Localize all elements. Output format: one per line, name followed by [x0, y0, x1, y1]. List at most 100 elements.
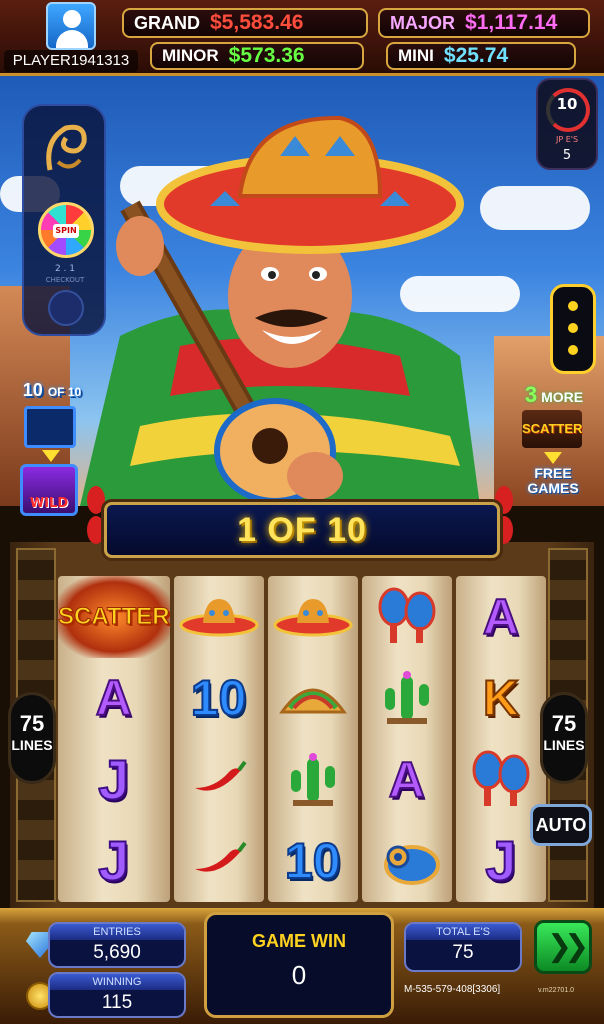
- panel-button[interactable]: [48, 290, 84, 326]
- chili-pepper-symbol-icon: [189, 758, 249, 802]
- machine-id: M-535-579-408[3306]: [404, 984, 501, 995]
- symbol-a: A: [95, 670, 133, 727]
- reel-cell: A: [362, 739, 452, 821]
- entries-value: 5,690: [93, 942, 141, 963]
- reel-cell: A: [58, 658, 170, 740]
- symbol-k: K: [482, 670, 520, 727]
- spin-sub: CHECKOUT: [45, 276, 85, 284]
- reel-cell: J: [58, 739, 170, 821]
- reel-grid: SCATTER A J J 10 10 A A K J: [58, 576, 546, 902]
- wild-slot-box: [24, 406, 76, 448]
- reel-1: SCATTER A J J: [58, 576, 170, 902]
- spin-wheel-icon[interactable]: SPIN: [38, 202, 94, 258]
- mariachi-character-image: [80, 115, 480, 506]
- version-label: v.m22701.0: [538, 987, 575, 994]
- reel-cell: SCATTER: [58, 576, 170, 658]
- reel-cell: [268, 658, 358, 740]
- wild-symbol-icon: WILD: [20, 464, 78, 516]
- scatter-symbol: SCATTER: [58, 602, 171, 630]
- double-chevron-right-icon: ❯❯: [547, 929, 589, 964]
- major-label: MAJOR: [390, 12, 456, 33]
- reel-cell: J: [58, 821, 170, 903]
- sombrero-symbol-icon: [273, 593, 353, 641]
- major-value: $1,117.14: [465, 11, 558, 34]
- spin-label: SPIN: [53, 224, 79, 238]
- winning-value: 115: [101, 992, 133, 1013]
- jp-counter: 10 JP E'S 5: [536, 78, 598, 170]
- maracas-symbol-icon: [372, 585, 442, 649]
- grand-jackpot: GRAND $5,583.46: [122, 8, 368, 38]
- reel-cell: [268, 739, 358, 821]
- arrow-down-icon: [544, 452, 562, 464]
- free-spin-counter: 1 OF 10: [104, 502, 500, 558]
- symbol-j: J: [97, 829, 130, 893]
- side-menu-panel: SPIN 2 . 1 CHECKOUT: [22, 104, 106, 336]
- cactus-symbol-icon: [283, 748, 343, 812]
- reel-3: 10: [267, 576, 358, 903]
- arrow-down-icon: [42, 450, 60, 462]
- reel-cell: K: [456, 658, 546, 740]
- winning-display: WINNING 115: [48, 972, 186, 1018]
- maracas-symbol-icon: [466, 748, 536, 812]
- jackpot-bar: PLAYER1941313 GRAND $5,583.46 MAJOR $1,1…: [0, 0, 604, 76]
- mini-jackpot: MINI $25.74: [386, 42, 576, 70]
- jp-counter-label: JP E'S: [555, 135, 579, 144]
- spin-stat: 2 . 1: [54, 264, 76, 274]
- wild-label: WILD: [29, 496, 69, 511]
- minor-label: MINOR: [162, 46, 219, 65]
- free-games-label: FREE GAMES: [527, 465, 579, 496]
- menu-dots-button[interactable]: [550, 284, 596, 374]
- mini-value: $25.74: [443, 44, 509, 67]
- symbol-j: J: [97, 747, 130, 811]
- lines-badge-right: 75 LINES: [540, 692, 588, 784]
- reel-cell: 10: [268, 821, 358, 903]
- total-es-display: TOTAL E'S 75: [404, 922, 522, 972]
- donut-drum-symbol-icon: [372, 831, 442, 891]
- scatter-mini-icon: SCATTER: [522, 410, 582, 448]
- auto-button[interactable]: AUTO: [530, 804, 592, 846]
- symbol-a: A: [482, 588, 520, 645]
- reel-2: 10: [173, 576, 264, 903]
- game-win-value: 0: [291, 960, 307, 990]
- free-games-feature: 3 MORE SCATTER FREE GAMES: [506, 380, 598, 520]
- game-win-display: GAME WIN 0: [204, 912, 394, 1018]
- reel-cell: [362, 576, 452, 658]
- spin-button[interactable]: ❯❯: [534, 920, 592, 974]
- minor-value: $573.36: [228, 44, 305, 67]
- reel-cell: [362, 658, 452, 740]
- game-win-label: GAME WIN: [252, 931, 346, 951]
- symbol-10: 10: [284, 833, 342, 890]
- symbol-a: A: [388, 751, 426, 808]
- user-avatar-icon[interactable]: [46, 2, 96, 50]
- minor-jackpot: MINOR $573.36: [150, 42, 364, 70]
- reel-cell: [174, 739, 264, 821]
- wild-count: 10 OF 10: [22, 380, 82, 400]
- reel-cell: [268, 576, 358, 658]
- grand-label: GRAND: [134, 12, 200, 33]
- cactus-symbol-icon: [377, 666, 437, 730]
- reel-5: AK J: [455, 576, 546, 902]
- taco-symbol-icon: [278, 674, 348, 722]
- wild-feature: 10 OF 10 WILD: [6, 380, 86, 520]
- chili-pepper-symbol-icon: [189, 839, 249, 883]
- grand-value: $5,583.46: [210, 11, 304, 34]
- reel-4: A: [361, 576, 452, 903]
- sombrero-symbol-icon: [179, 593, 259, 641]
- jp-counter-sub: 5: [562, 148, 572, 163]
- major-jackpot: MAJOR $1,117.14: [378, 8, 590, 38]
- lines-badge-left: 75 LINES: [8, 692, 56, 784]
- dragon-logo-icon: [46, 124, 87, 171]
- reel-cell: [362, 821, 452, 903]
- more-scatter-label: 3 MORE: [524, 382, 584, 407]
- reel-cell: [174, 576, 264, 658]
- symbol-10: 10: [190, 670, 248, 727]
- entries-display: ENTRIES 5,690: [48, 922, 186, 968]
- symbol-j: J: [484, 829, 517, 893]
- total-es-value: 75: [452, 942, 474, 963]
- reel-cell: 10: [174, 658, 264, 740]
- jp-counter-value: 10: [556, 95, 578, 113]
- player-name: PLAYER1941313: [4, 50, 138, 72]
- reel-cell: [174, 821, 264, 903]
- reel-cell: A: [456, 576, 546, 658]
- mini-label: MINI: [398, 46, 434, 65]
